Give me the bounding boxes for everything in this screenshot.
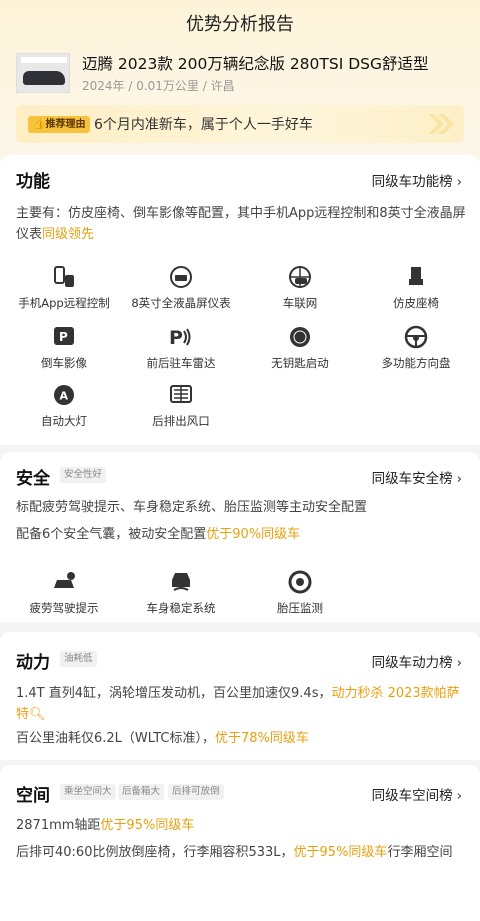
connected-car-feature: 车联网 bbox=[240, 265, 360, 311]
auto-headlight-icon: A bbox=[54, 385, 74, 405]
chevron-right-icon: › bbox=[456, 655, 462, 671]
page-title: 优势分析报告 bbox=[186, 14, 294, 35]
feature-label: 无钥匙启动 bbox=[271, 356, 329, 370]
feature-label: 后排出风口 bbox=[152, 414, 210, 428]
auto-headlight-feature: A 自动大灯 bbox=[4, 383, 124, 429]
lcd-dashboard-feature: 8英寸全液晶屏仪表 bbox=[121, 265, 241, 311]
seat-feature: 仿皮座椅 bbox=[356, 265, 476, 311]
car-meta: 2024年 / 0.01万公里 / 许昌 bbox=[82, 79, 235, 93]
car-image bbox=[23, 71, 65, 85]
power-section: 动力 油耗低 同级车动力榜 › 1.4T 直列4缸，涡轮增压发动机，百公里加速仅9… bbox=[0, 632, 480, 760]
fatigue-alert-feature: 疲劳驾驶提示 bbox=[4, 570, 124, 616]
phone-app-icon bbox=[54, 266, 74, 287]
feature-label: 手机App远程控制 bbox=[18, 296, 110, 310]
feature-label: 8英寸全液晶屏仪表 bbox=[131, 296, 231, 310]
feature-label: 仿皮座椅 bbox=[393, 296, 439, 310]
lcd-dashboard-icon bbox=[170, 266, 192, 288]
tire-pressure-icon bbox=[288, 570, 312, 594]
safety-tag: 安全性好 bbox=[60, 467, 107, 483]
feature-label: 前后驻车雷达 bbox=[146, 356, 216, 370]
recommend-reason-banner: 👍推荐理由 6个月内准新车，属于个人一手好车 bbox=[16, 105, 464, 143]
svg-text:A: A bbox=[60, 390, 69, 403]
rear-vent-feature: 后排出风口 bbox=[121, 383, 241, 429]
recommend-reason-tag: 👍推荐理由 bbox=[28, 116, 91, 133]
space-tag-1: 乘坐空间大 bbox=[60, 784, 116, 800]
steering-wheel-feature: 多功能方向盘 bbox=[356, 325, 476, 371]
steering-wheel-icon bbox=[404, 325, 428, 349]
header-area: 优势分析报告 迈腾 2023款 200万辆纪念版 280TSI DSG舒适型 2… bbox=[0, 0, 480, 160]
chevron-right-icon: › bbox=[456, 174, 462, 190]
power-tag: 油耗低 bbox=[60, 651, 97, 667]
feature-label: 胎压监测 bbox=[277, 601, 323, 615]
power-rank-link[interactable]: 同级车动力榜 › bbox=[372, 651, 462, 671]
feature-label: 倒车影像 bbox=[41, 356, 87, 370]
phone-app-feature: 手机App远程控制 bbox=[4, 265, 124, 311]
space-line-2: 后排可40:60比例放倒座椅，行李厢容积533L，优于95%同级车行李厢空间 bbox=[16, 845, 453, 860]
stability-system-feature: 车身稳定系统 bbox=[121, 570, 241, 616]
chevron-right-icon: › bbox=[456, 788, 462, 804]
recommend-reason-text: 6个月内准新车，属于个人一手好车 bbox=[94, 117, 313, 133]
space-tag-2: 后备箱大 bbox=[118, 784, 165, 800]
function-title: 功能 bbox=[16, 172, 50, 192]
function-description: 主要有：仿皮座椅、倒车影像等配置，其中手机App远程控制和8英寸全液晶屏仪表同级… bbox=[16, 206, 466, 242]
feature-label: 自动大灯 bbox=[41, 414, 87, 428]
space-line-1: 2871mm轴距优于95%同级车 bbox=[16, 818, 195, 833]
power-line-1: 1.4T 直列4缸，涡轮增压发动机，百公里加速仅9.4s，动力秒杀 2023款帕… bbox=[16, 686, 460, 722]
feature-label: 车联网 bbox=[282, 296, 318, 310]
safety-line-1: 标配疲劳驾驶提示、车身稳定系统、胎压监测等主动安全配置 bbox=[16, 500, 368, 515]
search-icon: 🔍︎ bbox=[29, 707, 46, 722]
tire-pressure-feature: 胎压监测 bbox=[240, 570, 360, 616]
function-rank-link[interactable]: 同级车功能榜 › bbox=[372, 170, 462, 190]
fatigue-alert-icon bbox=[54, 572, 75, 588]
reverse-camera-icon: P bbox=[54, 327, 74, 345]
space-rank-link[interactable]: 同级车空间榜 › bbox=[372, 784, 462, 804]
space-title: 空间 bbox=[16, 786, 50, 806]
car-title: 迈腾 2023款 200万辆纪念版 280TSI DSG舒适型 bbox=[82, 55, 429, 73]
parking-radar-feature: P 前后驻车雷达 bbox=[121, 325, 241, 371]
safety-section: 安全 安全性好 同级车安全榜 › 标配疲劳驾驶提示、车身稳定系统、胎压监测等主动安… bbox=[0, 452, 480, 622]
reverse-camera-feature: P 倒车影像 bbox=[4, 325, 124, 371]
safety-title: 安全 bbox=[16, 469, 50, 489]
stability-system-icon bbox=[172, 573, 190, 591]
car-thumbnail[interactable] bbox=[16, 53, 70, 93]
safety-line-2: 配备6个安全气囊，被动安全配置优于90%同级车 bbox=[16, 527, 301, 542]
feature-label: 疲劳驾驶提示 bbox=[29, 601, 99, 615]
svg-text:P: P bbox=[169, 327, 183, 349]
function-section: 功能 同级车功能榜 › 主要有：仿皮座椅、倒车影像等配置，其中手机App远程控制和… bbox=[0, 155, 480, 445]
chevron-right-icon: › bbox=[456, 471, 462, 487]
svg-text:P: P bbox=[59, 330, 68, 344]
safety-rank-link[interactable]: 同级车安全榜 › bbox=[372, 467, 462, 487]
dealer-banner bbox=[21, 57, 67, 63]
parking-radar-icon: P bbox=[169, 327, 191, 349]
keyless-start-feature: 无钥匙启动 bbox=[240, 325, 360, 371]
space-tag-3: 后排可放倒 bbox=[168, 784, 224, 800]
connected-car-icon bbox=[289, 266, 311, 288]
rear-vent-icon bbox=[170, 385, 192, 403]
double-chevron-icon bbox=[428, 114, 454, 134]
feature-label: 车身稳定系统 bbox=[146, 601, 216, 615]
feature-label: 多功能方向盘 bbox=[381, 356, 451, 370]
seat-icon bbox=[409, 267, 423, 285]
thumbs-up-icon: 👍 bbox=[33, 119, 46, 130]
space-section: 空间 乘坐空间大 后备箱大 后排可放倒 同级车空间榜 › 2871mm轴距优于95… bbox=[0, 765, 480, 921]
power-title: 动力 bbox=[16, 653, 50, 673]
power-line-2: 百公里油耗仅6.2L（WLTC标准），优于78%同级车 bbox=[16, 731, 309, 746]
keyless-start-icon bbox=[290, 327, 310, 347]
